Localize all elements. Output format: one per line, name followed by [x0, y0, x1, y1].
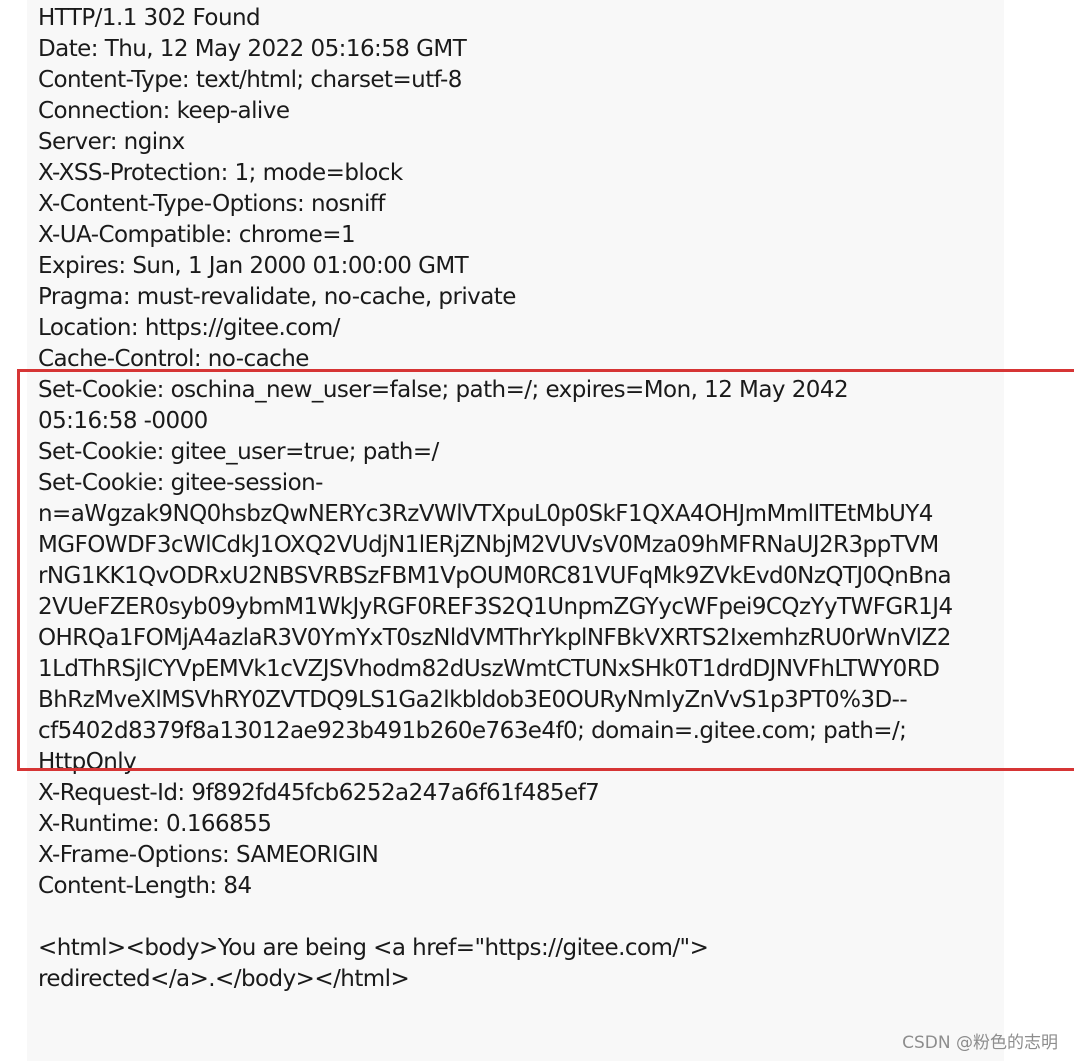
header-line-content-type-options: X-Content-Type-Options: nosniff: [38, 191, 385, 217]
header-line-content-type: Content-Type: text/html; charset=utf-8: [38, 67, 462, 93]
header-line-server: Server: nginx: [38, 129, 185, 155]
body-line: redirected</a>.</body></html>: [38, 966, 410, 992]
screenshot-page: HTTP/1.1 302 Found Date: Thu, 12 May 202…: [0, 0, 1074, 1061]
csdn-watermark: CSDN @粉色的志明: [902, 1033, 1058, 1053]
header-line-date: Date: Thu, 12 May 2022 05:16:58 GMT: [38, 36, 467, 62]
header-line-frame-options: X-Frame-Options: SAMEORIGIN: [38, 842, 379, 868]
header-line-connection: Connection: keep-alive: [38, 98, 290, 124]
header-line-expires: Expires: Sun, 1 Jan 2000 01:00:00 GMT: [38, 253, 469, 279]
header-line-pragma: Pragma: must-revalidate, no-cache, priva…: [38, 284, 516, 310]
header-line-ua-compatible: X-UA-Compatible: chrome=1: [38, 222, 356, 248]
set-cookie-highlight-box: [17, 369, 1074, 771]
header-line-xss-protection: X-XSS-Protection: 1; mode=block: [38, 160, 403, 186]
header-line-location: Location: https://gitee.com/: [38, 315, 340, 341]
header-line-content-length: Content-Length: 84: [38, 873, 252, 899]
header-line-request-id: X-Request-Id: 9f892fd45fcb6252a247a6f61f…: [38, 780, 600, 806]
status-line: HTTP/1.1 302 Found: [38, 5, 261, 31]
header-line-runtime: X-Runtime: 0.166855: [38, 811, 272, 837]
body-line: <html><body>You are being <a href="https…: [38, 935, 709, 961]
